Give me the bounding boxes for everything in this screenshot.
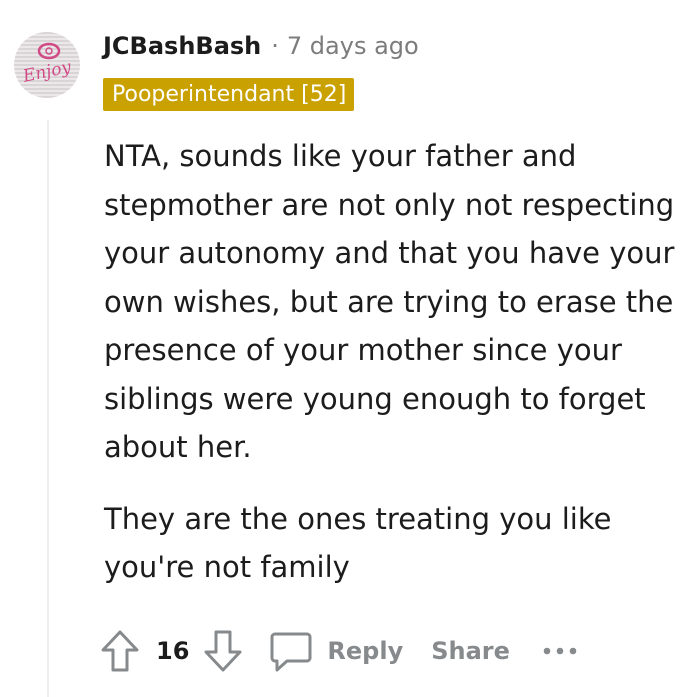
downvote-arrow-icon: [204, 630, 242, 672]
upvote-arrow-icon: [101, 630, 139, 672]
more-options-button[interactable]: [542, 645, 578, 657]
user-flair: Pooperintendant [52]: [103, 78, 355, 111]
comment-body: NTA, sounds like your father and stepmot…: [104, 132, 684, 615]
ellipsis-icon: [543, 647, 577, 655]
separator-dot: ·: [271, 32, 279, 60]
reply-button[interactable]: Reply: [269, 629, 403, 673]
timestamp[interactable]: 7 days ago: [287, 32, 419, 60]
thread-line[interactable]: [47, 120, 49, 697]
comment-paragraph: NTA, sounds like your father and stepmot…: [104, 139, 675, 464]
upvote-button[interactable]: [100, 629, 140, 673]
username-link[interactable]: JCBashBash: [103, 32, 261, 60]
share-button[interactable]: Share: [431, 637, 510, 665]
comment-paragraph: They are the ones treating you like you'…: [104, 501, 612, 585]
vote-score: 16: [156, 637, 190, 665]
enjoy-logo-icon: Enjoy: [20, 42, 73, 87]
svg-text:Enjoy: Enjoy: [20, 57, 73, 87]
action-bar: 16 Reply Share: [100, 626, 578, 676]
downvote-button[interactable]: [203, 629, 243, 673]
avatar[interactable]: Enjoy: [14, 32, 80, 98]
comment-header: JCBashBash · 7 days ago: [103, 30, 419, 62]
speech-bubble-icon: [270, 632, 312, 672]
reply-label: Reply: [327, 637, 404, 665]
